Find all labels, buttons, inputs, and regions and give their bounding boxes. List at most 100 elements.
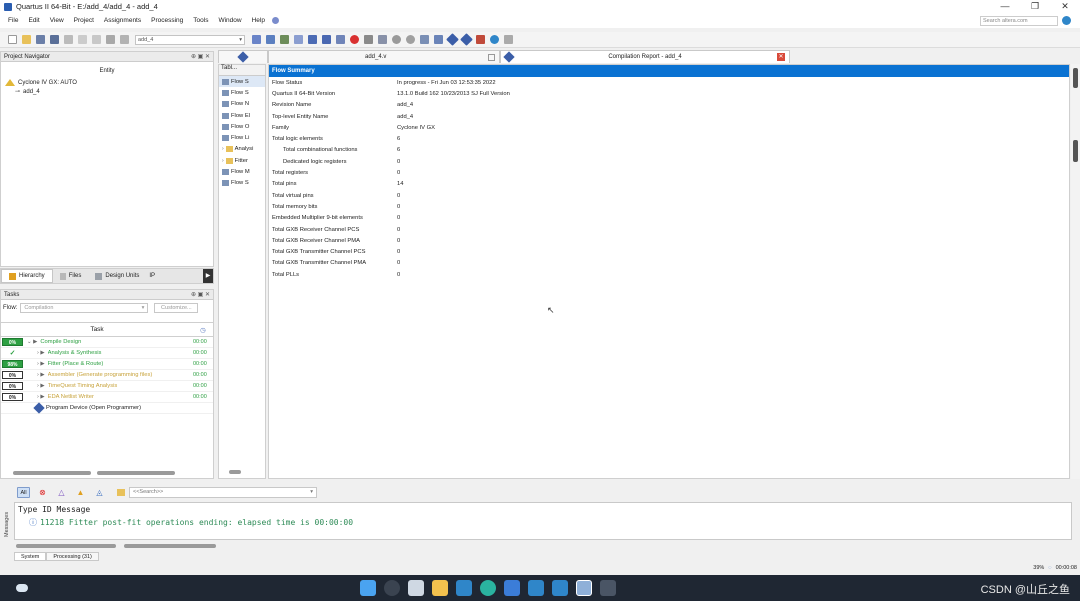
tab-compilation-report[interactable]: Compilation Report - add_4 ✕ [500,50,790,63]
quartus-taskbar-icon[interactable] [576,580,592,596]
close-button[interactable]: ✕ [1050,0,1080,13]
save-icon[interactable] [35,35,45,44]
power-icon[interactable] [405,35,415,44]
toc-item[interactable]: Flow M [219,166,265,177]
flow-summary-row[interactable]: Quartus II 64-Bit Version 13.1.0 Build 16… [269,88,1069,99]
programmer-icon[interactable] [445,33,459,46]
task-row[interactable]: 0% ⌄ ▶ Compile Design 00:00 [1,337,213,348]
start-menu-icon[interactable] [360,580,376,596]
undo-icon[interactable] [105,35,115,44]
task-row[interactable]: 98% › ▶ Fitter (Place & Route) 00:00 [1,359,213,370]
megawizard-icon[interactable] [459,33,473,46]
tasks-panel-controls-icon[interactable]: ⊕ ▣ ✕ [191,291,213,298]
flow-summary-row[interactable]: Total memory bits 0 [269,201,1069,212]
tasks-hscroll-thumb[interactable] [13,471,91,475]
save-all-icon[interactable] [49,35,59,44]
flow-summary-row[interactable]: Top-level Entity Name add_4 [269,111,1069,122]
flow-summary-row[interactable]: Total GXB Transmitter Channel PCS 0 [269,246,1069,257]
flow-summary-row[interactable]: Total GXB Transmitter Channel PMA 0 [269,258,1069,269]
flow-select[interactable]: Compilation ▾ [20,303,149,313]
flow-summary-row[interactable]: Total PLLs 0 [269,269,1069,280]
tasks-hscroll-thumb-2[interactable] [97,471,175,475]
menu-tools[interactable]: Tools [188,17,213,24]
info-filter-icon[interactable]: ◬ [93,487,106,498]
ip-catalog-icon[interactable] [475,35,485,44]
help-shield-icon[interactable] [271,17,279,24]
design-partition-icon[interactable] [279,35,289,44]
filter-all-button[interactable]: All [17,486,30,498]
expand-chevron-icon[interactable]: › [222,146,224,152]
customize-button[interactable]: Customize... [154,303,199,313]
rtl-viewer-icon[interactable] [433,35,443,44]
toc-item[interactable]: › Fitter [219,155,265,166]
expand-chevron-icon[interactable]: › [222,158,224,164]
expand-arrow-icon[interactable]: ⌄ ▶ [27,339,37,345]
scroll-thumb-secondary[interactable] [1073,140,1078,162]
globe-icon[interactable] [1062,16,1071,25]
tab-system[interactable]: System [14,552,47,561]
expand-arrow-icon[interactable]: › ▶ [37,361,45,367]
task-row[interactable]: 0% › ▶ EDA Netlist Writer 00:00 [1,392,213,403]
maximize-button[interactable]: ❐ [1020,0,1050,13]
netlist-viewer-icon[interactable] [419,35,429,44]
toc-item[interactable]: › Analysi [219,144,265,155]
tab-close-icon[interactable] [488,53,495,61]
flow-summary-row[interactable]: Total combinational functions 6 [269,145,1069,156]
expand-arrow-icon[interactable]: › ▶ [37,372,45,378]
analysis-icon[interactable] [335,35,345,44]
tab-add-4-v[interactable]: add_4.v [268,50,500,63]
critical-warning-filter-icon[interactable]: △ [55,487,68,498]
task-row[interactable]: 0% › ▶ TimeQuest Timing Analysis 00:00 [1,381,213,392]
expand-arrow-icon[interactable]: › ▶ [37,394,45,400]
tab-scroll-right-icon[interactable]: ▶ [203,269,213,283]
compile-partial-icon[interactable] [321,35,331,44]
app-d-icon[interactable] [456,580,472,596]
toc-item[interactable]: Flow El [219,110,265,121]
task-row[interactable]: ✓ › ▶ Analysis & Synthesis 00:00 [1,348,213,359]
redo-icon[interactable] [119,35,129,44]
flow-summary-row[interactable]: Total virtual pins 0 [269,190,1069,201]
error-filter-icon[interactable]: ⊗ [36,487,49,498]
entity-select[interactable]: add_4 ▾ [135,34,245,45]
copy-icon[interactable] [77,35,87,44]
file-explorer-icon[interactable] [432,580,448,596]
toc-item[interactable]: Flow S [219,76,265,88]
toc-item[interactable]: Flow Li [219,132,265,143]
message-search-input[interactable]: <<Search>> ▾ [129,486,317,498]
menu-window[interactable]: Window [213,17,246,24]
tab-design-units[interactable]: Design Units [88,269,146,283]
toc-item[interactable]: Flow O [219,121,265,132]
messages-hscroll-thumb[interactable] [16,544,116,548]
toc-hscroll-thumb[interactable] [229,470,241,474]
tab-ip[interactable]: IP [146,269,158,283]
panel-controls-icon[interactable]: ⊕ ▣ ✕ [191,53,213,60]
tab-nav-icon-cell[interactable] [218,50,268,63]
menu-view[interactable]: View [45,17,69,24]
app-blue-2-icon[interactable] [552,580,568,596]
report-close-icon[interactable]: ✕ [777,53,785,61]
task-row[interactable]: 0% › ▶ Assembler (Generate programming fil… [1,370,213,381]
tab-processing[interactable]: Processing (31) [46,552,99,561]
messages-hscroll-thumb-2[interactable] [124,544,216,548]
flow-summary-row[interactable]: Revision Name add_4 [269,100,1069,111]
menu-project[interactable]: Project [69,17,99,24]
flow-summary-row[interactable]: Dedicated logic registers 0 [269,156,1069,167]
menu-file[interactable]: File [3,17,23,24]
toc-item[interactable]: Flow S [219,178,265,189]
app-grid-icon[interactable] [600,580,616,596]
assignment-editor-icon[interactable] [293,35,303,44]
flow-summary-row[interactable]: Total logic elements 6 [269,133,1069,144]
pin-planner-icon[interactable] [251,35,261,44]
search-altera-input[interactable]: Search altera.com [980,15,1058,26]
flow-summary-row[interactable]: Total pins 14 [269,179,1069,190]
expand-arrow-icon[interactable]: › ▶ [37,350,45,356]
flow-summary-row[interactable]: Family Cyclone IV GX [269,122,1069,133]
tools-icon[interactable] [503,35,513,44]
warning-filter-icon[interactable]: ▲ [74,487,87,498]
app-k-icon[interactable] [504,580,520,596]
device-tree-item[interactable]: Cyclone IV GX: AUTO [1,78,213,87]
paste-icon[interactable] [91,35,101,44]
open-file-icon[interactable] [21,35,31,44]
menu-edit[interactable]: Edit [23,17,44,24]
start-compilation-icon[interactable] [363,35,373,44]
